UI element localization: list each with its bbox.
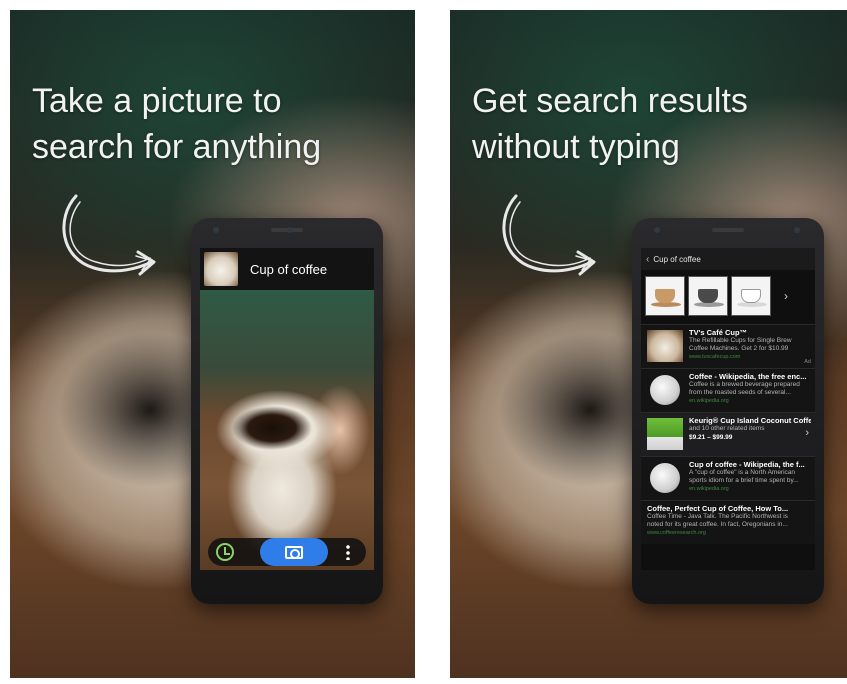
- search-result-web[interactable]: Coffee, Perfect Cup of Coffee, How To...…: [641, 500, 815, 544]
- camera-toolbar: [208, 538, 366, 566]
- search-result-wikipedia[interactable]: Cup of coffee - Wikipedia, the f... A "c…: [641, 456, 815, 500]
- result-snippet: sports idiom for a brief time spent by..…: [689, 477, 799, 484]
- back-chevron-icon[interactable]: ‹: [646, 254, 649, 265]
- result-thumbnail: [204, 252, 238, 286]
- right-headline: Get search results without typing: [472, 78, 832, 170]
- left-promo-panel: Take a picture to search for anything Cu…: [10, 10, 415, 678]
- result-snippet: from the roasted seeds of several...: [689, 389, 791, 396]
- phone-mockup-camera: Cup of coffee: [191, 218, 383, 604]
- camera-icon: [285, 545, 303, 559]
- left-headline-line1: Take a picture to: [32, 82, 282, 120]
- result-title: TV's Café Cup™: [689, 328, 748, 337]
- left-headline: Take a picture to search for anything: [32, 78, 392, 170]
- product-thumbnail: [647, 418, 683, 450]
- phone-mockup-results: ‹ Cup of coffee › TV's Café Cup™ The Ref…: [632, 218, 824, 604]
- phone-front-camera: [287, 227, 293, 233]
- result-snippet: noted for its great coffee. In fact, Ore…: [647, 521, 788, 528]
- wikipedia-globe-icon: [650, 375, 680, 405]
- result-title: Cup of coffee - Wikipedia, the f...: [689, 460, 805, 469]
- ad-label: Ad: [804, 359, 811, 365]
- result-snippet: A "cup of coffee" is a North American: [689, 469, 796, 476]
- wikipedia-globe-icon: [650, 463, 680, 493]
- result-thumbnail: [647, 330, 683, 362]
- phone-screen: ‹ Cup of coffee › TV's Café Cup™ The Ref…: [641, 248, 815, 570]
- search-result-shopping[interactable]: Keurig® Cup Island Coconut Coffe... and …: [641, 412, 815, 456]
- phone-speaker: [712, 228, 744, 232]
- hand-drawn-arrow-icon: [62, 194, 156, 276]
- coffee-cup-photo: [200, 290, 374, 570]
- phone-sensor: [654, 227, 660, 233]
- result-url: en.wikipedia.org: [689, 398, 729, 404]
- recognition-result-bar[interactable]: Cup of coffee: [200, 248, 374, 290]
- result-url: www.coffeeresearch.org: [647, 530, 706, 536]
- left-headline-line2: search for anything: [32, 128, 322, 166]
- right-promo-panel: Get search results without typing ‹ Cup …: [450, 10, 847, 678]
- phone-front-camera: [794, 227, 800, 233]
- result-title: Coffee, Perfect Cup of Coffee, How To...: [647, 504, 789, 513]
- result-url: www.tvscafecup.com: [689, 354, 741, 360]
- search-result-ad[interactable]: TV's Café Cup™ The Refillable Cups for S…: [641, 324, 815, 368]
- image-result-3[interactable]: [731, 276, 771, 316]
- search-result-wikipedia[interactable]: Coffee - Wikipedia, the free enc... Coff…: [641, 368, 815, 412]
- phone-screen: Cup of coffee: [200, 248, 374, 570]
- image-result-1[interactable]: [645, 276, 685, 316]
- results-header-title: Cup of coffee: [653, 254, 701, 264]
- result-price: $9.21 – $99.99: [689, 434, 733, 441]
- cup-shape: [655, 289, 675, 303]
- result-title: Keurig® Cup Island Coconut Coffe...: [689, 416, 811, 425]
- result-snippet: The Refillable Cups for Single Brew: [689, 337, 792, 344]
- more-vertical-icon[interactable]: [346, 544, 350, 560]
- result-snippet: Coffee Time - Java Talk. The Pacific Nor…: [647, 513, 788, 520]
- camera-shutter-button[interactable]: [260, 538, 328, 566]
- right-headline-line2: without typing: [472, 128, 680, 166]
- right-headline-line1: Get search results: [472, 82, 748, 120]
- result-snippet: and 10 other related items: [689, 425, 765, 432]
- search-results-list: TV's Café Cup™ The Refillable Cups for S…: [641, 324, 815, 544]
- result-snippet: Coffee Machines. Get 2 for $10.99: [689, 345, 789, 352]
- chevron-right-icon[interactable]: ›: [805, 427, 809, 439]
- history-clock-icon[interactable]: [216, 543, 234, 561]
- result-url: en.wikipedia.org: [689, 486, 729, 492]
- phone-sensor: [213, 227, 219, 233]
- image-results-strip: ›: [645, 276, 811, 316]
- hand-drawn-arrow-icon: [502, 194, 596, 276]
- cup-shape: [698, 289, 718, 303]
- result-title: Coffee - Wikipedia, the free enc...: [689, 372, 807, 381]
- more-images-chevron-icon[interactable]: ›: [784, 289, 788, 303]
- result-snippet: Coffee is a brewed beverage prepared: [689, 381, 800, 388]
- results-header: ‹ Cup of coffee: [641, 248, 815, 270]
- result-title: Cup of coffee: [250, 261, 328, 277]
- cup-shape: [741, 289, 761, 303]
- image-result-2[interactable]: [688, 276, 728, 316]
